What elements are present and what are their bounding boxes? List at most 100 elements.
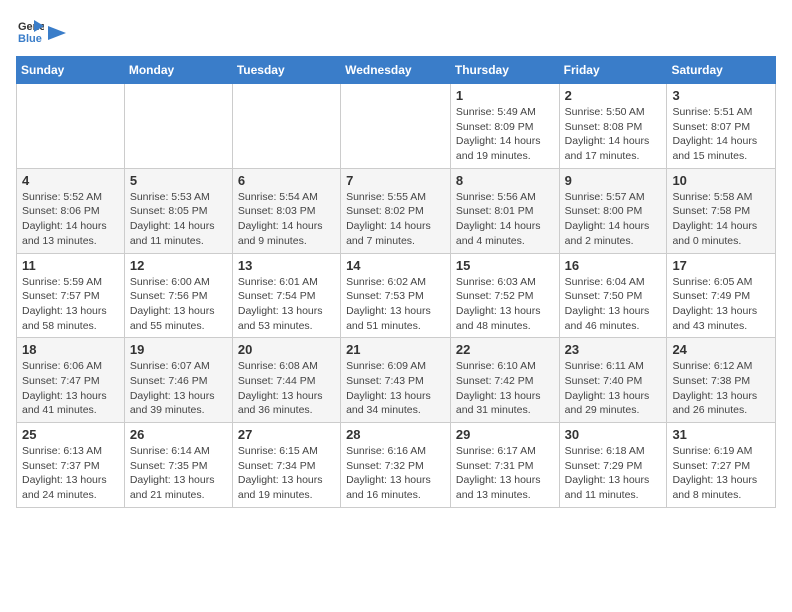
calendar-cell: 13 Sunrise: 6:01 AM Sunset: 7:54 PM Dayli… <box>232 253 340 338</box>
day-info: Sunrise: 5:51 AM Sunset: 8:07 PM Dayligh… <box>672 105 770 164</box>
logo-arrow-icon <box>48 22 66 44</box>
calendar-header-row: SundayMondayTuesdayWednesdayThursdayFrid… <box>17 57 776 84</box>
day-info: Sunrise: 6:13 AM Sunset: 7:37 PM Dayligh… <box>22 444 119 503</box>
day-number: 16 <box>565 258 662 273</box>
day-info: Sunrise: 5:49 AM Sunset: 8:09 PM Dayligh… <box>456 105 554 164</box>
day-info: Sunrise: 6:03 AM Sunset: 7:52 PM Dayligh… <box>456 275 554 334</box>
calendar-cell: 28 Sunrise: 6:16 AM Sunset: 7:32 PM Dayli… <box>341 423 451 508</box>
day-number: 13 <box>238 258 335 273</box>
calendar-cell: 22Sunrise: 6:10 AM Sunset: 7:42 PM Dayli… <box>450 338 559 423</box>
day-number: 14 <box>346 258 445 273</box>
day-number: 8 <box>456 173 554 188</box>
day-info: Sunrise: 5:59 AM Sunset: 7:57 PM Dayligh… <box>22 275 119 334</box>
day-info: Sunrise: 6:17 AM Sunset: 7:31 PM Dayligh… <box>456 444 554 503</box>
header-saturday: Saturday <box>667 57 776 84</box>
calendar-cell: 2 Sunrise: 5:50 AM Sunset: 8:08 PM Daylig… <box>559 84 667 169</box>
day-info: Sunrise: 6:02 AM Sunset: 7:53 PM Dayligh… <box>346 275 445 334</box>
day-number: 20 <box>238 342 335 357</box>
header-wednesday: Wednesday <box>341 57 451 84</box>
header-thursday: Thursday <box>450 57 559 84</box>
svg-text:Blue: Blue <box>18 33 42 44</box>
day-number: 17 <box>672 258 770 273</box>
calendar-cell: 1 Sunrise: 5:49 AM Sunset: 8:09 PM Daylig… <box>450 84 559 169</box>
day-number: 19 <box>130 342 227 357</box>
calendar-table: SundayMondayTuesdayWednesdayThursdayFrid… <box>16 56 776 508</box>
day-number: 4 <box>22 173 119 188</box>
calendar-cell: 11 Sunrise: 5:59 AM Sunset: 7:57 PM Dayli… <box>17 253 125 338</box>
header-friday: Friday <box>559 57 667 84</box>
day-info: Sunrise: 5:55 AM Sunset: 8:02 PM Dayligh… <box>346 190 445 249</box>
calendar-cell: 18 Sunrise: 6:06 AM Sunset: 7:47 PM Dayli… <box>17 338 125 423</box>
calendar-week-3: 11 Sunrise: 5:59 AM Sunset: 7:57 PM Dayli… <box>17 253 776 338</box>
logo: General Blue <box>16 16 66 44</box>
day-info: Sunrise: 5:57 AM Sunset: 8:00 PM Dayligh… <box>565 190 662 249</box>
calendar-cell: 27 Sunrise: 6:15 AM Sunset: 7:34 PM Dayli… <box>232 423 340 508</box>
calendar-cell: 5 Sunrise: 5:53 AM Sunset: 8:05 PM Daylig… <box>124 168 232 253</box>
day-number: 12 <box>130 258 227 273</box>
calendar-cell: 17 Sunrise: 6:05 AM Sunset: 7:49 PM Dayli… <box>667 253 776 338</box>
day-number: 23 <box>565 342 662 357</box>
day-number: 22 <box>456 342 554 357</box>
calendar-cell: 26Sunrise: 6:14 AM Sunset: 7:35 PM Dayli… <box>124 423 232 508</box>
day-info: Sunrise: 6:18 AM Sunset: 7:29 PM Dayligh… <box>565 444 662 503</box>
day-number: 18 <box>22 342 119 357</box>
calendar-cell <box>232 84 340 169</box>
day-info: Sunrise: 6:04 AM Sunset: 7:50 PM Dayligh… <box>565 275 662 334</box>
calendar-cell: 9 Sunrise: 5:57 AM Sunset: 8:00 PM Daylig… <box>559 168 667 253</box>
calendar-cell: 3 Sunrise: 5:51 AM Sunset: 8:07 PM Daylig… <box>667 84 776 169</box>
calendar-cell: 31Sunrise: 6:19 AM Sunset: 7:27 PM Dayli… <box>667 423 776 508</box>
day-number: 9 <box>565 173 662 188</box>
day-info: Sunrise: 6:11 AM Sunset: 7:40 PM Dayligh… <box>565 359 662 418</box>
day-number: 29 <box>456 427 554 442</box>
day-info: Sunrise: 6:05 AM Sunset: 7:49 PM Dayligh… <box>672 275 770 334</box>
calendar-cell: 24 Sunrise: 6:12 AM Sunset: 7:38 PM Dayli… <box>667 338 776 423</box>
day-number: 7 <box>346 173 445 188</box>
calendar-cell: 14 Sunrise: 6:02 AM Sunset: 7:53 PM Dayli… <box>341 253 451 338</box>
calendar-cell: 12 Sunrise: 6:00 AM Sunset: 7:56 PM Dayli… <box>124 253 232 338</box>
calendar-cell: 30 Sunrise: 6:18 AM Sunset: 7:29 PM Dayli… <box>559 423 667 508</box>
calendar-week-1: 1 Sunrise: 5:49 AM Sunset: 8:09 PM Daylig… <box>17 84 776 169</box>
day-info: Sunrise: 6:09 AM Sunset: 7:43 PM Dayligh… <box>346 359 445 418</box>
calendar-cell: 16 Sunrise: 6:04 AM Sunset: 7:50 PM Dayli… <box>559 253 667 338</box>
day-info: Sunrise: 6:08 AM Sunset: 7:44 PM Dayligh… <box>238 359 335 418</box>
day-info: Sunrise: 6:00 AM Sunset: 7:56 PM Dayligh… <box>130 275 227 334</box>
day-number: 5 <box>130 173 227 188</box>
page-header: General Blue <box>16 16 776 44</box>
day-info: Sunrise: 6:12 AM Sunset: 7:38 PM Dayligh… <box>672 359 770 418</box>
day-number: 11 <box>22 258 119 273</box>
day-info: Sunrise: 5:50 AM Sunset: 8:08 PM Dayligh… <box>565 105 662 164</box>
header-tuesday: Tuesday <box>232 57 340 84</box>
day-number: 25 <box>22 427 119 442</box>
day-number: 21 <box>346 342 445 357</box>
calendar-cell <box>124 84 232 169</box>
day-info: Sunrise: 6:16 AM Sunset: 7:32 PM Dayligh… <box>346 444 445 503</box>
calendar-cell: 6Sunrise: 5:54 AM Sunset: 8:03 PM Daylig… <box>232 168 340 253</box>
header-monday: Monday <box>124 57 232 84</box>
calendar-cell <box>341 84 451 169</box>
calendar-cell: 8 Sunrise: 5:56 AM Sunset: 8:01 PM Daylig… <box>450 168 559 253</box>
day-info: Sunrise: 6:19 AM Sunset: 7:27 PM Dayligh… <box>672 444 770 503</box>
calendar-cell: 15Sunrise: 6:03 AM Sunset: 7:52 PM Dayli… <box>450 253 559 338</box>
day-number: 2 <box>565 88 662 103</box>
day-info: Sunrise: 6:06 AM Sunset: 7:47 PM Dayligh… <box>22 359 119 418</box>
logo-icon: General Blue <box>16 16 44 44</box>
calendar-week-5: 25 Sunrise: 6:13 AM Sunset: 7:37 PM Dayli… <box>17 423 776 508</box>
day-number: 1 <box>456 88 554 103</box>
day-info: Sunrise: 5:56 AM Sunset: 8:01 PM Dayligh… <box>456 190 554 249</box>
day-info: Sunrise: 6:01 AM Sunset: 7:54 PM Dayligh… <box>238 275 335 334</box>
calendar-cell: 10Sunrise: 5:58 AM Sunset: 7:58 PM Dayli… <box>667 168 776 253</box>
day-info: Sunrise: 5:53 AM Sunset: 8:05 PM Dayligh… <box>130 190 227 249</box>
day-number: 3 <box>672 88 770 103</box>
day-info: Sunrise: 6:15 AM Sunset: 7:34 PM Dayligh… <box>238 444 335 503</box>
day-number: 28 <box>346 427 445 442</box>
calendar-cell: 23 Sunrise: 6:11 AM Sunset: 7:40 PM Dayli… <box>559 338 667 423</box>
calendar-cell: 29 Sunrise: 6:17 AM Sunset: 7:31 PM Dayli… <box>450 423 559 508</box>
calendar-cell: 4 Sunrise: 5:52 AM Sunset: 8:06 PM Daylig… <box>17 168 125 253</box>
day-info: Sunrise: 6:07 AM Sunset: 7:46 PM Dayligh… <box>130 359 227 418</box>
day-info: Sunrise: 5:52 AM Sunset: 8:06 PM Dayligh… <box>22 190 119 249</box>
day-number: 26 <box>130 427 227 442</box>
day-number: 30 <box>565 427 662 442</box>
day-number: 24 <box>672 342 770 357</box>
calendar-week-2: 4 Sunrise: 5:52 AM Sunset: 8:06 PM Daylig… <box>17 168 776 253</box>
day-number: 27 <box>238 427 335 442</box>
